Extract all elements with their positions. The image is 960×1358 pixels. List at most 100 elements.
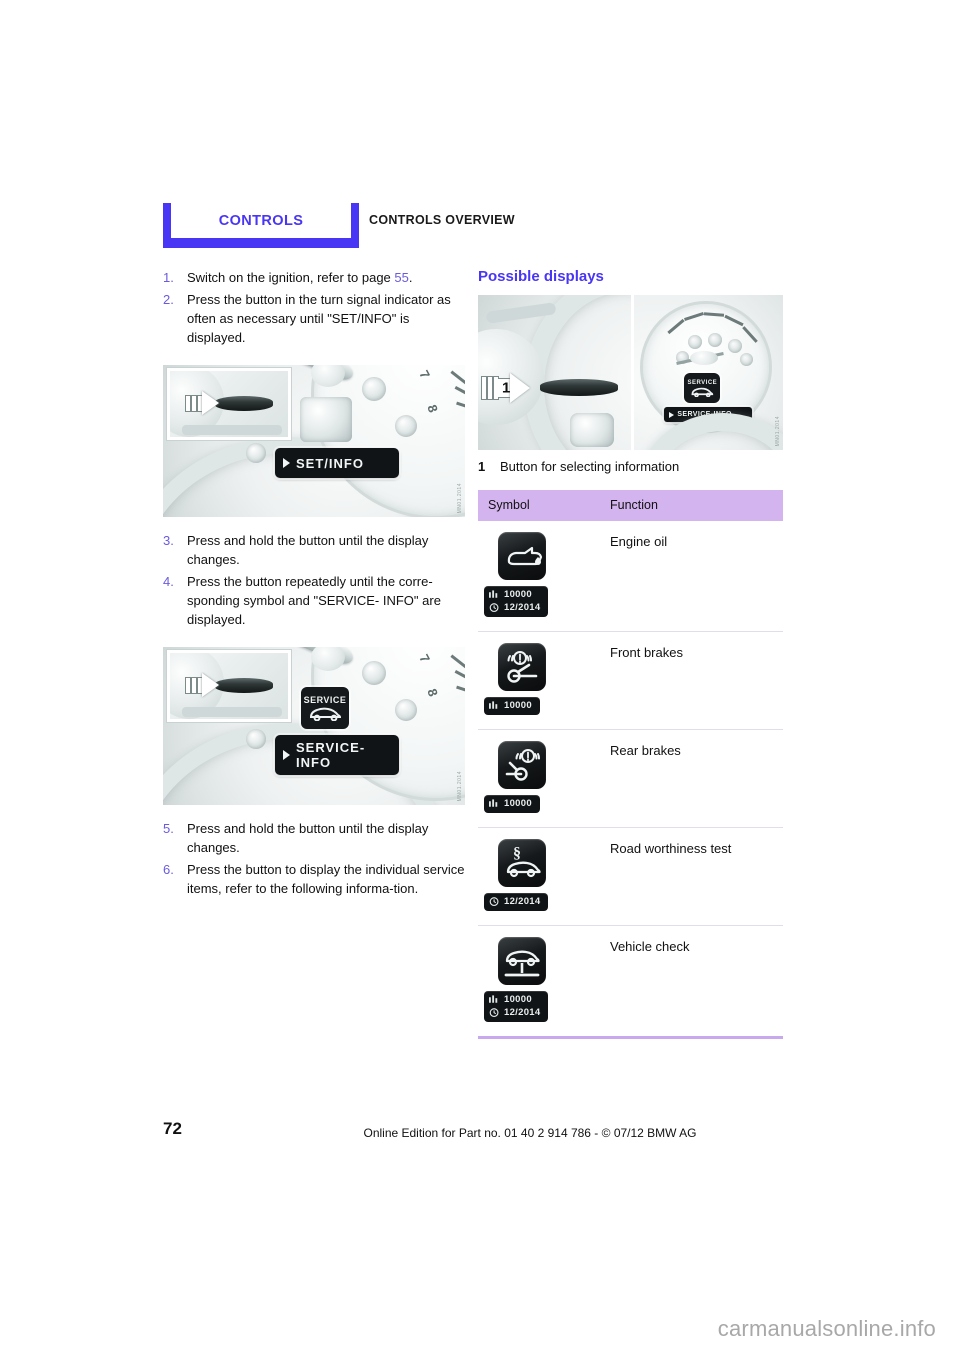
function-cell: Road worthiness test: [596, 827, 783, 926]
service-symbol-badge: SERVICE: [684, 373, 721, 403]
car-icon: [309, 707, 342, 721]
cluster-button: [362, 661, 386, 685]
symbol-cell: 10000: [478, 729, 596, 828]
function-cell: Rear brakes: [596, 729, 783, 828]
section-title-header: CONTROLS OVERVIEW: [369, 213, 515, 227]
page-reference[interactable]: 55: [394, 270, 408, 285]
car-icon: [691, 387, 714, 397]
value-chip: 12/2014: [484, 893, 549, 911]
dash-trim: [182, 425, 282, 435]
table-header-row: Symbol Function: [478, 490, 783, 521]
cluster-button: [395, 699, 417, 721]
chapter-tab-inner: CONTROLS: [171, 203, 351, 238]
chip-line: 10000: [489, 589, 540, 600]
lcd-readout: SERVICE- INFO: [275, 735, 399, 775]
figure-code: MN01.2014: [457, 770, 463, 801]
legend-number: 1: [478, 459, 486, 474]
arrow-head-icon: [202, 391, 219, 415]
chapter-tab: CONTROLS: [163, 203, 359, 248]
site-watermark: carmanualsonline.info: [717, 1316, 936, 1341]
chip-value: 10000: [504, 700, 532, 711]
turn-signal-stalk: [215, 396, 273, 411]
cluster-button: [246, 443, 266, 463]
chip-value: 10000: [504, 798, 532, 809]
engine-oil-icon: [498, 532, 546, 580]
road-worthiness-icon: §: [498, 839, 546, 887]
figure-half-right: SERVICE SERVICE-INFO: [632, 295, 783, 450]
arrow-bars-icon: [186, 677, 202, 693]
callout-number: 1: [502, 379, 511, 397]
imprint-line: Online Edition for Part no. 01 40 2 914 …: [363, 1126, 697, 1140]
step-number: 2.: [163, 292, 174, 307]
symbol-cell: 10000: [478, 631, 596, 730]
turn-signal-stalk: [540, 379, 618, 396]
caret-icon: [283, 750, 290, 760]
page-title: Possible displays: [478, 268, 604, 285]
figure-set-info: 7 8 SET/INFO MN01.2014: [163, 365, 465, 517]
function-cell: Vehicle check: [596, 925, 783, 1039]
figure-half-left: 1: [478, 295, 631, 450]
svg-text:§: §: [513, 845, 521, 862]
table-row: § 12/2014 Road worthiness test: [478, 827, 783, 926]
chip-value: 10000: [504, 994, 532, 1005]
arrow-head-icon: [510, 373, 530, 403]
step-number: 4.: [163, 574, 174, 589]
step-text: Press the button to display the individu…: [187, 862, 465, 896]
lcd-text: SERVICE- INFO: [296, 740, 366, 770]
left-column: 1. Switch on the ignition, refer to page…: [163, 268, 465, 901]
step-number: 5.: [163, 821, 174, 836]
rear-brakes-icon: [498, 741, 546, 789]
table-row: 10000 12/2014 Engine oil: [478, 521, 783, 632]
service-symbol-badge: SERVICE: [301, 687, 349, 729]
column-header-symbol: Symbol: [478, 490, 596, 521]
clock-icon: [489, 602, 499, 612]
steering-wheel-rim: [638, 413, 783, 450]
symbol-cell: § 12/2014: [478, 827, 596, 926]
figure-service-info: 7 8 SERVICE SERVICE- INFO MN01.2014: [163, 647, 465, 805]
chip-line: 10000: [489, 798, 532, 809]
inset-photo-turn-signal: [167, 650, 291, 722]
value-chip: 10000: [484, 697, 540, 715]
list-item: 6. Press the button to display the indiv…: [163, 860, 465, 898]
dash-trim: [182, 707, 282, 717]
column-header-function: Function: [596, 490, 783, 521]
manual-page: CONTROLS CONTROLS OVERVIEW 1. Switch on …: [0, 0, 960, 1358]
distance-icon: [489, 700, 498, 709]
step-text: Switch on the ignition, refer to page 55…: [187, 270, 413, 285]
steps-list-b: 3. Press and hold the button until the d…: [163, 531, 465, 629]
value-chip: 10000: [484, 795, 540, 813]
figure-canvas: 7 8 SERVICE SERVICE- INFO MN01.2014: [163, 647, 465, 805]
figure-code: MN01.2014: [457, 482, 463, 513]
right-column: Possible displays 1 SERVICE SERVICE-INFO…: [478, 268, 783, 1039]
running-header: CONTROLS CONTROLS OVERVIEW: [163, 203, 783, 248]
value-chip: 10000 12/2014: [484, 586, 549, 617]
step-number: 3.: [163, 533, 174, 548]
list-item: 3. Press and hold the button until the d…: [163, 531, 465, 569]
symbol-cell: 10000 12/2014: [478, 925, 596, 1039]
chip-line: 10000: [489, 994, 540, 1005]
step-text: Press the button repeatedly until the co…: [187, 574, 441, 627]
value-chip: 10000 12/2014: [484, 991, 549, 1022]
table-row: 10000 12/2014 Vehicle check: [478, 925, 783, 1039]
arrow-bars-icon: [186, 395, 202, 411]
chapter-tab-label: CONTROLS: [218, 212, 304, 229]
lcd-text: SET/INFO: [296, 455, 364, 471]
legend-text: Button for selecting information: [500, 459, 680, 474]
lcd-readout: SET/INFO: [275, 448, 399, 478]
symbol-function-table: Symbol Function 10000 12/2014 Engine oil…: [478, 490, 783, 1039]
control-pad: [570, 413, 614, 447]
figure-canvas: 7 8 SET/INFO MN01.2014: [163, 365, 465, 517]
function-cell: Engine oil: [596, 521, 783, 632]
cluster-button: [395, 415, 417, 437]
arrow-head-icon: [202, 673, 219, 697]
chip-line: 12/2014: [489, 896, 540, 907]
figure-canvas: 1 SERVICE SERVICE-INFO MN01.2014: [478, 295, 783, 450]
chip-value: 10000: [504, 589, 532, 600]
chip-line: 12/2014: [489, 602, 540, 613]
display-window: [300, 397, 352, 442]
steps-list-c: 5. Press and hold the button until the d…: [163, 819, 465, 898]
cluster-button: [362, 377, 386, 401]
callout-arrow-1: 1: [482, 373, 530, 403]
steps-list-a: 1. Switch on the ignition, refer to page…: [163, 268, 465, 347]
clock-icon: [489, 1007, 499, 1017]
